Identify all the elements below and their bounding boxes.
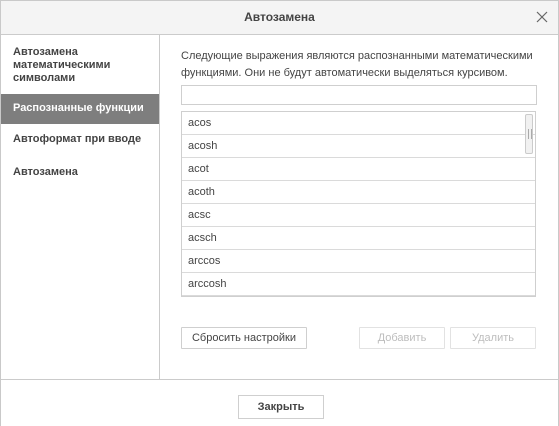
list-item[interactable]: acsc xyxy=(182,204,535,227)
list-item[interactable]: acos xyxy=(182,112,535,135)
sidebar-item-recognized-functions[interactable]: Распознанные функции xyxy=(1,94,159,124)
description-text: Следующие выражения являются распознанны… xyxy=(181,50,533,79)
list-item[interactable]: arccos xyxy=(182,250,535,273)
sidebar-item-label: Распознанные функции xyxy=(13,102,144,114)
sidebar: Автозамена математическими символами Рас… xyxy=(1,35,160,379)
list-scrollbar[interactable] xyxy=(525,114,533,154)
dialog-footer: Закрыть xyxy=(1,379,558,426)
add-button[interactable]: Добавить xyxy=(359,327,445,349)
main-panel: Следующие выражения являются распознанны… xyxy=(160,35,558,379)
sidebar-item-math-autocorrect[interactable]: Автозамена математическими символами xyxy=(1,35,159,89)
functions-list[interactable]: acos acosh acot acoth acsc acsch arccos … xyxy=(181,111,536,297)
list-item[interactable]: acot xyxy=(182,158,535,181)
close-icon[interactable] xyxy=(534,9,550,25)
sidebar-item-autocorrect[interactable]: Автозамена xyxy=(1,157,159,187)
dialog-title: Автозамена xyxy=(244,10,315,24)
function-input[interactable] xyxy=(181,85,537,105)
list-item[interactable]: acosh xyxy=(182,135,535,158)
close-button[interactable]: Закрыть xyxy=(238,395,324,419)
delete-button[interactable]: Удалить xyxy=(450,327,536,349)
sidebar-item-autoformat[interactable]: Автоформат при вводе xyxy=(1,125,159,155)
list-item[interactable]: arccot xyxy=(182,296,535,297)
sidebar-item-label: Автозамена xyxy=(13,166,78,178)
sidebar-item-label: Автозамена математическими символами xyxy=(13,46,111,84)
list-item[interactable]: arccosh xyxy=(182,273,535,296)
sidebar-item-label: Автоформат при вводе xyxy=(13,133,142,145)
titlebar: Автозамена xyxy=(1,1,558,35)
reset-settings-button[interactable]: Сбросить настройки xyxy=(181,327,307,349)
autocorrect-dialog: Автозамена Автозамена математическими си… xyxy=(0,0,559,426)
list-item[interactable]: acsch xyxy=(182,227,535,250)
list-item[interactable]: acoth xyxy=(182,181,535,204)
